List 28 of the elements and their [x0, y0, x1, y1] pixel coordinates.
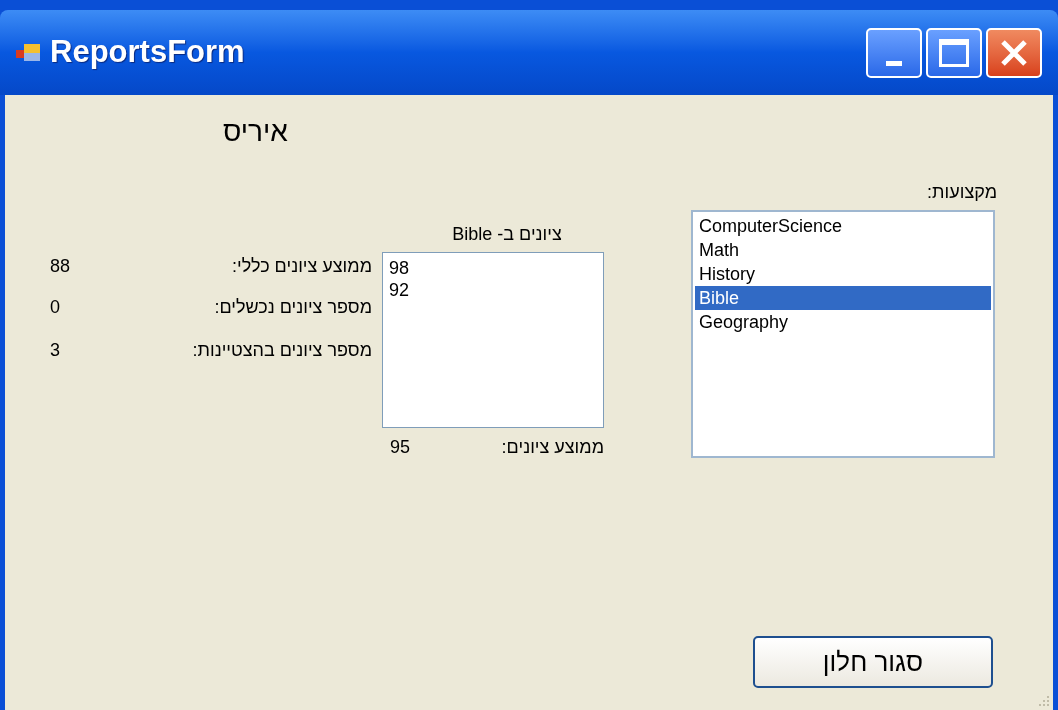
close-button[interactable]: [986, 27, 1042, 78]
subject-item[interactable]: Bible: [695, 286, 991, 310]
minimize-button[interactable]: [866, 27, 922, 78]
grade-item[interactable]: 98: [389, 257, 410, 279]
maximize-button[interactable]: [926, 27, 982, 78]
stat-value: 3: [50, 339, 60, 362]
stat-label: מספר ציונים נכשלים:: [214, 296, 372, 319]
average-value: 95: [390, 436, 411, 459]
subjects-list[interactable]: ComputerScience Math History Bible Geography: [691, 210, 995, 458]
resize-grip-icon: [1037, 694, 1051, 708]
grades-caption: ציונים ב- Bible: [452, 223, 562, 246]
subject-item[interactable]: Geography: [695, 310, 991, 334]
grade-item[interactable]: 92: [389, 279, 410, 301]
app-icon: [16, 41, 42, 64]
stat-label: ממוצע ציונים כללי:: [231, 255, 372, 278]
average-label: ממוצע ציונים:: [501, 436, 604, 459]
subject-item[interactable]: ComputerScience: [695, 214, 991, 238]
close-window-button[interactable]: סגור חלון: [753, 636, 993, 688]
subject-item[interactable]: Math: [695, 238, 991, 262]
subjects-label: מקצועות:: [927, 181, 997, 204]
grades-list[interactable]: 98 92: [382, 252, 604, 428]
stat-label: מספר ציונים בהצטיינות:: [192, 339, 372, 362]
subject-item[interactable]: History: [695, 262, 991, 286]
close-icon: [999, 37, 1029, 68]
window-title: ReportsForm: [50, 33, 245, 72]
stat-value: 0: [50, 296, 60, 319]
stat-value: 88: [50, 255, 71, 278]
student-name: איריס: [223, 115, 288, 149]
